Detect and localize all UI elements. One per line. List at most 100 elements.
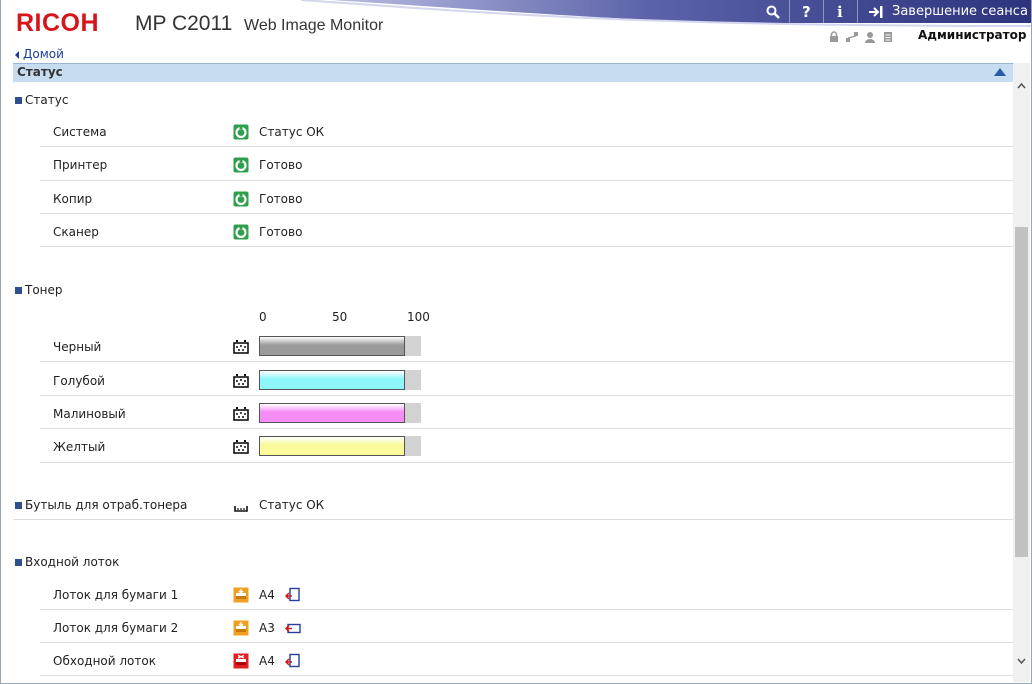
row-divider	[40, 609, 1013, 610]
paper-tray-icon	[233, 620, 249, 636]
row-divider	[40, 462, 1013, 463]
toner-icon	[233, 340, 249, 354]
status-value-scanner: Готово	[259, 225, 303, 239]
toner-label-cyan: Голубой	[53, 374, 105, 388]
tray-size-2: A3	[259, 621, 275, 635]
bullet-icon	[15, 558, 22, 566]
tray-label-2: Лоток для бумаги 2	[53, 621, 179, 635]
row-divider	[13, 519, 1013, 520]
toner-level-bar-black	[259, 336, 421, 356]
waste-bottle-heading: Бутыль для отраб.тонера	[15, 498, 187, 512]
breadcrumb-home[interactable]: Домой	[15, 47, 64, 61]
collapse-icon[interactable]	[994, 68, 1006, 76]
bullet-icon	[15, 96, 22, 104]
logout-button[interactable]: Завершение сеанса	[857, 0, 1028, 23]
lock-icon[interactable]	[827, 30, 841, 44]
scale-label-0: 0	[259, 310, 267, 324]
row-divider	[40, 180, 1013, 181]
toner-level-bar-yellow	[259, 436, 421, 456]
toner-icon	[233, 440, 249, 454]
toner-fill-magenta	[259, 403, 405, 423]
status-label-printer: Принтер	[53, 158, 108, 172]
vertical-scrollbar[interactable]	[1013, 63, 1030, 682]
tray-label-1: Лоток для бумаги 1	[53, 588, 179, 602]
row-divider	[40, 675, 1013, 676]
toner-label-black: Черный	[53, 340, 102, 354]
scale-label-50: 50	[332, 310, 348, 324]
mode-icons	[827, 30, 895, 44]
logout-label: Завершение сеанса	[892, 4, 1028, 19]
toner-fill-yellow	[259, 436, 405, 456]
status-ok-icon	[233, 157, 249, 173]
input-tray-heading: Входной лоток	[15, 555, 119, 569]
row-divider	[40, 361, 1013, 362]
status-value-printer: Готово	[259, 158, 303, 172]
section-header: Статус	[13, 63, 1013, 82]
section-title: Статус	[17, 65, 63, 79]
status-group-title: Статус	[25, 93, 69, 107]
toner-level-bar-magenta	[259, 403, 421, 423]
scroll-up-icon[interactable]	[1017, 81, 1026, 90]
waste-bottle-label: Бутыль для отраб.тонера	[25, 498, 188, 512]
status-ok-icon	[233, 224, 249, 240]
svg-text:i: i	[837, 4, 843, 19]
info-button[interactable]: i	[823, 0, 857, 23]
info-icon: i	[837, 4, 843, 19]
search-button[interactable]	[756, 0, 789, 23]
top-toolbar: ? i Завершение сеанса	[756, 0, 1028, 23]
toner-fill-black	[259, 336, 405, 356]
help-button[interactable]: ?	[789, 0, 823, 23]
tray-size-1: A4	[259, 588, 275, 602]
status-value-system: Статус ОК	[259, 125, 325, 139]
toner-icon	[233, 374, 249, 388]
input-tray-title: Входной лоток	[25, 555, 120, 569]
breadcrumb-home-label: Домой	[23, 47, 64, 61]
row-divider	[40, 395, 1013, 396]
device-model: MP C2011	[135, 12, 233, 35]
tray-size-bypass: A4	[259, 654, 275, 668]
row-divider	[40, 146, 1013, 147]
waste-bottle-value: Статус ОК	[259, 498, 325, 512]
row-divider	[40, 213, 1013, 214]
paper-landscape-icon[interactable]	[285, 620, 301, 636]
toner-icon	[233, 407, 249, 421]
ricoh-logo: RICOH	[16, 9, 100, 37]
toner-label-yellow: Желтый	[53, 440, 106, 454]
document-icon[interactable]	[881, 30, 895, 44]
row-divider	[40, 246, 1013, 247]
status-ok-icon	[233, 191, 249, 207]
search-icon	[766, 5, 780, 19]
window-frame	[0, 0, 1032, 684]
bullet-icon	[15, 286, 22, 294]
chevron-left-icon	[15, 50, 19, 59]
status-ok-icon	[233, 124, 249, 140]
scroll-down-icon[interactable]	[1017, 657, 1026, 666]
paper-portrait-icon[interactable]	[285, 587, 301, 603]
tray-label-bypass: Обходной лоток	[53, 654, 156, 668]
row-divider	[40, 642, 1013, 643]
svg-text:?: ?	[802, 4, 811, 19]
waste-toner-bottle-icon	[234, 506, 248, 512]
status-group-heading: Статус	[15, 93, 68, 107]
scale-label-100: 100	[407, 310, 430, 324]
help-icon: ?	[802, 4, 811, 19]
paper-tray-icon	[233, 587, 249, 603]
scrollbar-thumb[interactable]	[1015, 227, 1028, 557]
toner-label-magenta: Малиновый	[53, 407, 126, 421]
row-divider	[40, 428, 1013, 429]
logout-icon	[869, 5, 883, 18]
status-label-system: Система	[53, 125, 107, 139]
bypass-tray-icon	[233, 653, 249, 669]
network-icon[interactable]	[845, 30, 859, 44]
status-label-copier: Копир	[53, 192, 93, 206]
status-value-copier: Готово	[259, 192, 303, 206]
app-name: Web Image Monitor	[244, 17, 384, 34]
header: RICOH MP C2011 Web Image Monitor ? i Зав…	[1, 0, 1031, 47]
toner-fill-cyan	[259, 370, 405, 390]
bullet-icon	[15, 501, 22, 509]
user-icon[interactable]	[863, 30, 877, 44]
toner-group-heading: Тонер	[15, 283, 63, 297]
toner-level-bar-cyan	[259, 370, 421, 390]
paper-portrait-icon[interactable]	[285, 653, 301, 669]
status-label-scanner: Сканер	[53, 225, 99, 239]
